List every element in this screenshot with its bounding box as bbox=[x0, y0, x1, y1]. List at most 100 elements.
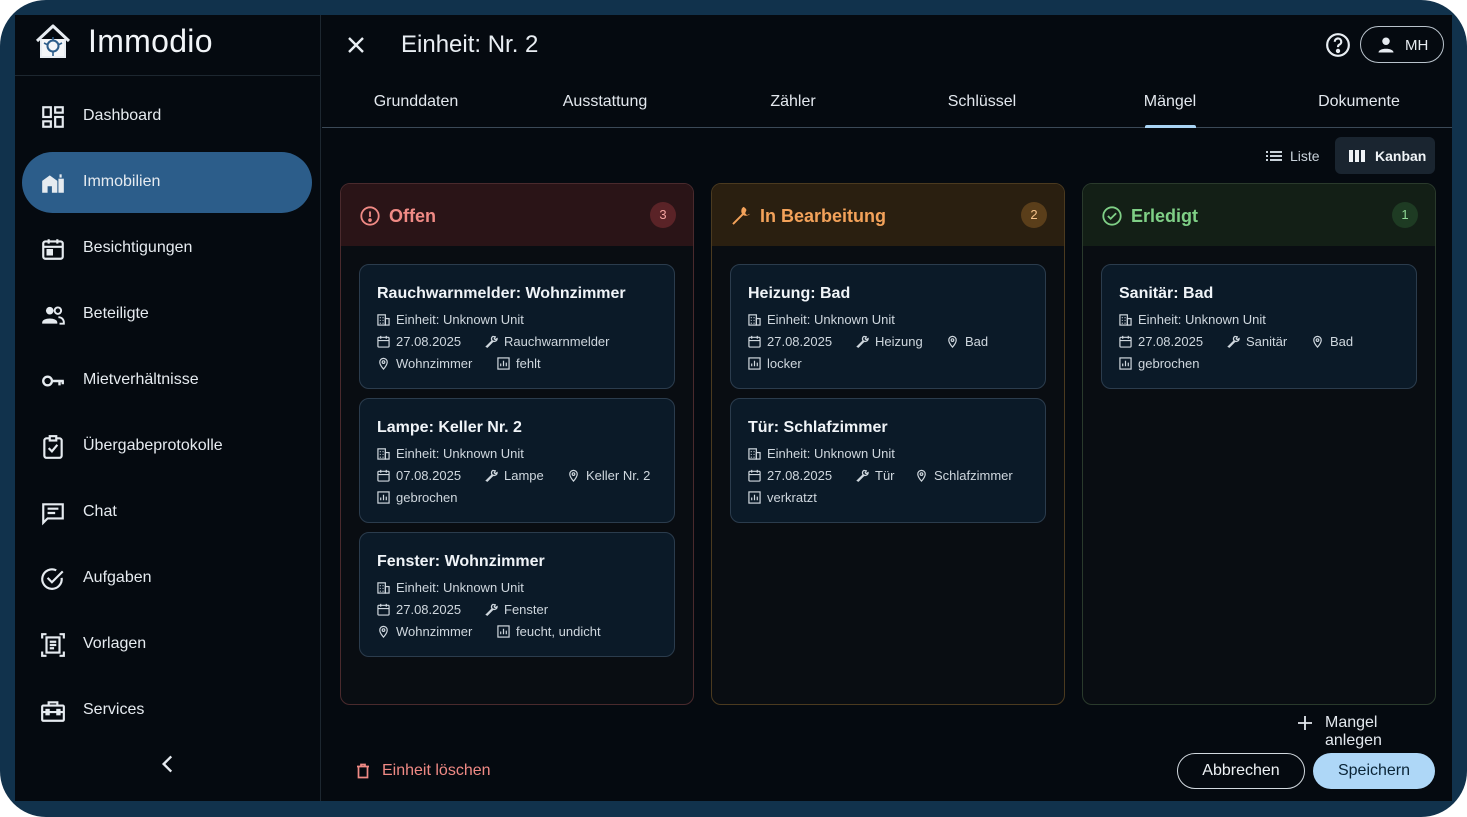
sidebar-item-uebergabeprotokolle[interactable]: Übergabeprotokolle bbox=[22, 416, 312, 477]
view-toggle-label: Liste bbox=[1290, 148, 1320, 164]
wrench-icon bbox=[1227, 335, 1240, 348]
defect-card[interactable]: Heizung: Bad Einheit: Unknown Unit 27.08… bbox=[730, 264, 1046, 389]
defect-room: Keller Nr. 2 bbox=[567, 468, 650, 483]
chart-box-icon bbox=[748, 357, 761, 370]
sidebar-item-besichtigungen[interactable]: Besichtigungen bbox=[22, 218, 312, 279]
chevron-left-icon[interactable] bbox=[155, 751, 181, 777]
tab-maengel[interactable]: Mängel bbox=[1090, 93, 1250, 111]
defect-title: Heizung: Bad bbox=[748, 285, 851, 302]
calendar-icon bbox=[377, 603, 390, 616]
column-header: Offen 3 bbox=[341, 184, 693, 246]
view-toggle-list[interactable]: Liste bbox=[1252, 137, 1328, 174]
add-defect-button[interactable]: Mangel anlegen bbox=[1297, 712, 1437, 749]
defect-room: Bad bbox=[946, 334, 988, 349]
sidebar-item-label: Übergabeprotokolle bbox=[83, 437, 223, 454]
building-icon bbox=[1119, 314, 1132, 326]
defect-card[interactable]: Sanitär: Bad Einheit: Unknown Unit 27.08… bbox=[1101, 264, 1417, 389]
building-icon bbox=[748, 448, 761, 460]
close-icon[interactable] bbox=[344, 33, 368, 57]
chart-box-icon bbox=[1119, 357, 1132, 370]
defect-item-text: Lampe bbox=[504, 468, 544, 483]
save-button[interactable]: Speichern bbox=[1313, 753, 1435, 789]
defect-damage-text: gebrochen bbox=[1138, 356, 1200, 371]
defect-damage: gebrochen bbox=[1119, 356, 1199, 371]
defect-room-text: Bad bbox=[1330, 334, 1354, 349]
sidebar-item-beteiligte[interactable]: Beteiligte bbox=[22, 284, 312, 345]
check-circle-icon bbox=[41, 568, 64, 590]
chart-box-icon bbox=[497, 625, 510, 638]
key-icon bbox=[42, 375, 64, 387]
delete-unit-button[interactable]: Einheit löschen bbox=[355, 760, 505, 782]
view-toggle-kanban[interactable]: Kanban bbox=[1335, 137, 1435, 174]
sidebar-item-chat[interactable]: Chat bbox=[22, 482, 312, 543]
sidebar-item-label: Mietverhältnisse bbox=[83, 371, 199, 388]
people-icon bbox=[42, 306, 65, 325]
sidebar-item-vorlagen[interactable]: Vorlagen bbox=[22, 614, 312, 675]
user-menu-button[interactable]: MH bbox=[1360, 26, 1444, 63]
defect-card[interactable]: Rauchwarnmelder: Wohnzimmer Einheit: Unk… bbox=[359, 264, 675, 389]
tab-schluessel[interactable]: Schlüssel bbox=[902, 93, 1062, 111]
calendar-icon bbox=[377, 335, 390, 348]
chart-box-icon bbox=[377, 491, 390, 504]
defect-unit-text: Einheit: Unknown Unit bbox=[396, 580, 524, 595]
defect-item: Rauchwarnmelder bbox=[485, 334, 610, 349]
defect-unit-text: Einheit: Unknown Unit bbox=[1138, 312, 1266, 327]
location-pin-icon bbox=[379, 625, 388, 638]
chart-box-icon bbox=[497, 357, 510, 370]
defect-item-text: Fenster bbox=[504, 602, 549, 617]
house-logo-icon bbox=[35, 24, 71, 58]
column-title: Erledigt bbox=[1131, 206, 1199, 226]
defect-damage: verkratzt bbox=[748, 490, 817, 505]
sidebar-item-dashboard[interactable]: Dashboard bbox=[22, 86, 312, 147]
brand[interactable]: Immodio bbox=[15, 15, 321, 76]
sidebar-item-label: Immobilien bbox=[83, 173, 161, 190]
defect-card[interactable]: Tür: Schlafzimmer Einheit: Unknown Unit … bbox=[730, 398, 1046, 523]
user-initials: MH bbox=[1405, 37, 1429, 54]
sidebar-item-aufgaben[interactable]: Aufgaben bbox=[22, 548, 312, 609]
add-defect-label: Mangel anlegen bbox=[1325, 714, 1382, 749]
defect-room: Wohnzimmer bbox=[377, 624, 472, 639]
location-pin-icon bbox=[569, 469, 578, 482]
tab-zaehler[interactable]: Zähler bbox=[713, 93, 873, 111]
defect-room-text: Keller Nr. 2 bbox=[586, 468, 651, 483]
defect-unit: Einheit: Unknown Unit bbox=[748, 312, 895, 327]
defect-title: Lampe: Keller Nr. 2 bbox=[377, 419, 522, 436]
building-icon bbox=[748, 314, 761, 326]
sidebar-item-immobilien[interactable]: Immobilien bbox=[22, 152, 312, 213]
defect-card[interactable]: Fenster: Wohnzimmer Einheit: Unknown Uni… bbox=[359, 532, 675, 657]
sidebar-item-mietverhaeltnisse[interactable]: Mietverhältnisse bbox=[22, 350, 312, 411]
tab-dokumente[interactable]: Dokumente bbox=[1279, 93, 1439, 111]
location-pin-icon bbox=[917, 469, 926, 482]
sidebar-item-label: Vorlagen bbox=[83, 635, 147, 652]
delete-unit-label: Einheit löschen bbox=[382, 762, 491, 779]
defect-damage: fehlt bbox=[497, 356, 541, 371]
toolbox-icon bbox=[41, 701, 65, 722]
defect-item-text: Sanitär bbox=[1246, 334, 1288, 349]
app-name: Immodio bbox=[88, 23, 213, 59]
defect-item: Fenster bbox=[485, 602, 548, 617]
cancel-button[interactable]: Abbrechen bbox=[1177, 753, 1305, 789]
defect-item-text: Tür bbox=[875, 468, 895, 483]
calendar-icon bbox=[748, 335, 761, 348]
defect-card[interactable]: Lampe: Keller Nr. 2 Einheit: Unknown Uni… bbox=[359, 398, 675, 523]
sidebar-item-label: Dashboard bbox=[83, 107, 162, 124]
defect-item: Sanitär bbox=[1227, 334, 1287, 349]
calendar-icon bbox=[748, 469, 761, 482]
active-tab-indicator bbox=[1145, 125, 1196, 128]
device-frame: Immodio Dashboard Immobilien Besichtigun… bbox=[0, 0, 1467, 817]
plus-icon bbox=[1298, 716, 1312, 730]
defect-date: 07.08.2025 bbox=[377, 468, 461, 483]
buildings-icon bbox=[42, 174, 64, 193]
defect-date: 27.08.2025 bbox=[748, 468, 832, 483]
defect-damage-text: feucht, undicht bbox=[516, 624, 601, 639]
tab-grunddaten[interactable]: Grunddaten bbox=[336, 93, 496, 111]
tab-ausstattung[interactable]: Ausstattung bbox=[525, 93, 685, 111]
building-icon bbox=[377, 582, 390, 594]
wrench-icon bbox=[485, 469, 498, 482]
sidebar-item-services[interactable]: Services bbox=[22, 680, 312, 741]
help-icon[interactable] bbox=[1325, 32, 1351, 58]
view-toggle-label: Kanban bbox=[1375, 148, 1427, 164]
sidebar-item-label: Services bbox=[83, 701, 145, 718]
defect-date: 27.08.2025 bbox=[377, 602, 461, 617]
defect-damage-text: fehlt bbox=[516, 356, 541, 371]
